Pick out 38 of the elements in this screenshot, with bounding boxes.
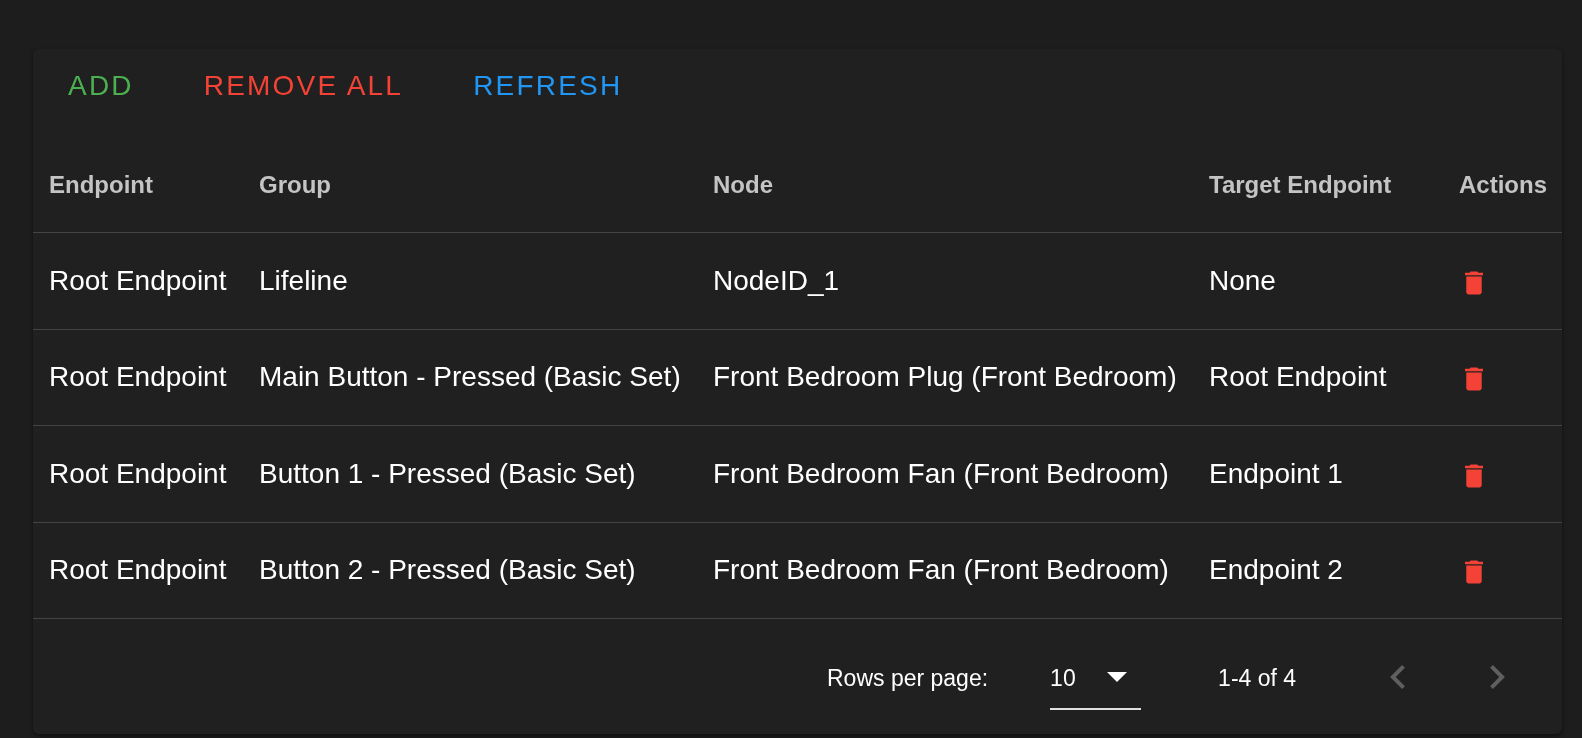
column-header: Endpoint [49, 170, 153, 198]
caret-icon [1107, 672, 1128, 682]
rows-per-page-select[interactable]: 10 [1050, 665, 1142, 710]
column-header: Group [259, 170, 331, 198]
table-cell: Endpoint 2 [1209, 554, 1343, 586]
rows-per-page-label: Rows per page: [827, 665, 989, 691]
table-cell: Button 1 - Pressed (Basic Set) [259, 457, 636, 489]
table-cell: None [1209, 264, 1276, 296]
toolbar-button[interactable]: ADD [52, 58, 150, 114]
table-cell: Lifeline [259, 264, 348, 296]
chevron-left-icon [1390, 665, 1406, 689]
table-cell: Root Endpoint [49, 457, 227, 489]
table-cell: Main Button - Pressed (Basic Set) [259, 361, 681, 393]
trash-icon [1465, 367, 1483, 392]
table-cell: Front Bedroom Plug (Front Bedroom) [713, 361, 1177, 393]
table-cell: Root Endpoint [49, 361, 227, 393]
delete-button[interactable] [1465, 367, 1483, 392]
table-cell: Front Bedroom Fan (Front Bedroom) [713, 457, 1169, 489]
delete-button[interactable] [1465, 270, 1483, 295]
table-cell: Root Endpoint [49, 554, 227, 586]
column-header: Node [713, 170, 773, 198]
trash-icon [1465, 560, 1483, 585]
table-cell: Root Endpoint [49, 264, 227, 296]
table-cell: Endpoint 1 [1209, 457, 1343, 489]
table-cell: Front Bedroom Fan (Front Bedroom) [713, 554, 1169, 586]
column-header: Actions [1459, 170, 1547, 198]
table-cell: Root Endpoint [1209, 361, 1387, 393]
column-header: Target Endpoint [1209, 170, 1392, 198]
toolbar-button[interactable]: REFRESH [457, 58, 639, 114]
delete-button[interactable] [1465, 560, 1483, 585]
toolbar-button[interactable]: REMOVE ALL [187, 58, 420, 114]
page-range: 1-4 of 4 [1218, 665, 1297, 691]
chevron-right-icon [1490, 665, 1506, 689]
table-cell: NodeID_1 [713, 264, 840, 296]
delete-button[interactable] [1465, 463, 1483, 488]
trash-icon [1465, 463, 1483, 488]
trash-icon [1465, 270, 1483, 295]
table-cell: Button 2 - Pressed (Basic Set) [259, 554, 636, 586]
